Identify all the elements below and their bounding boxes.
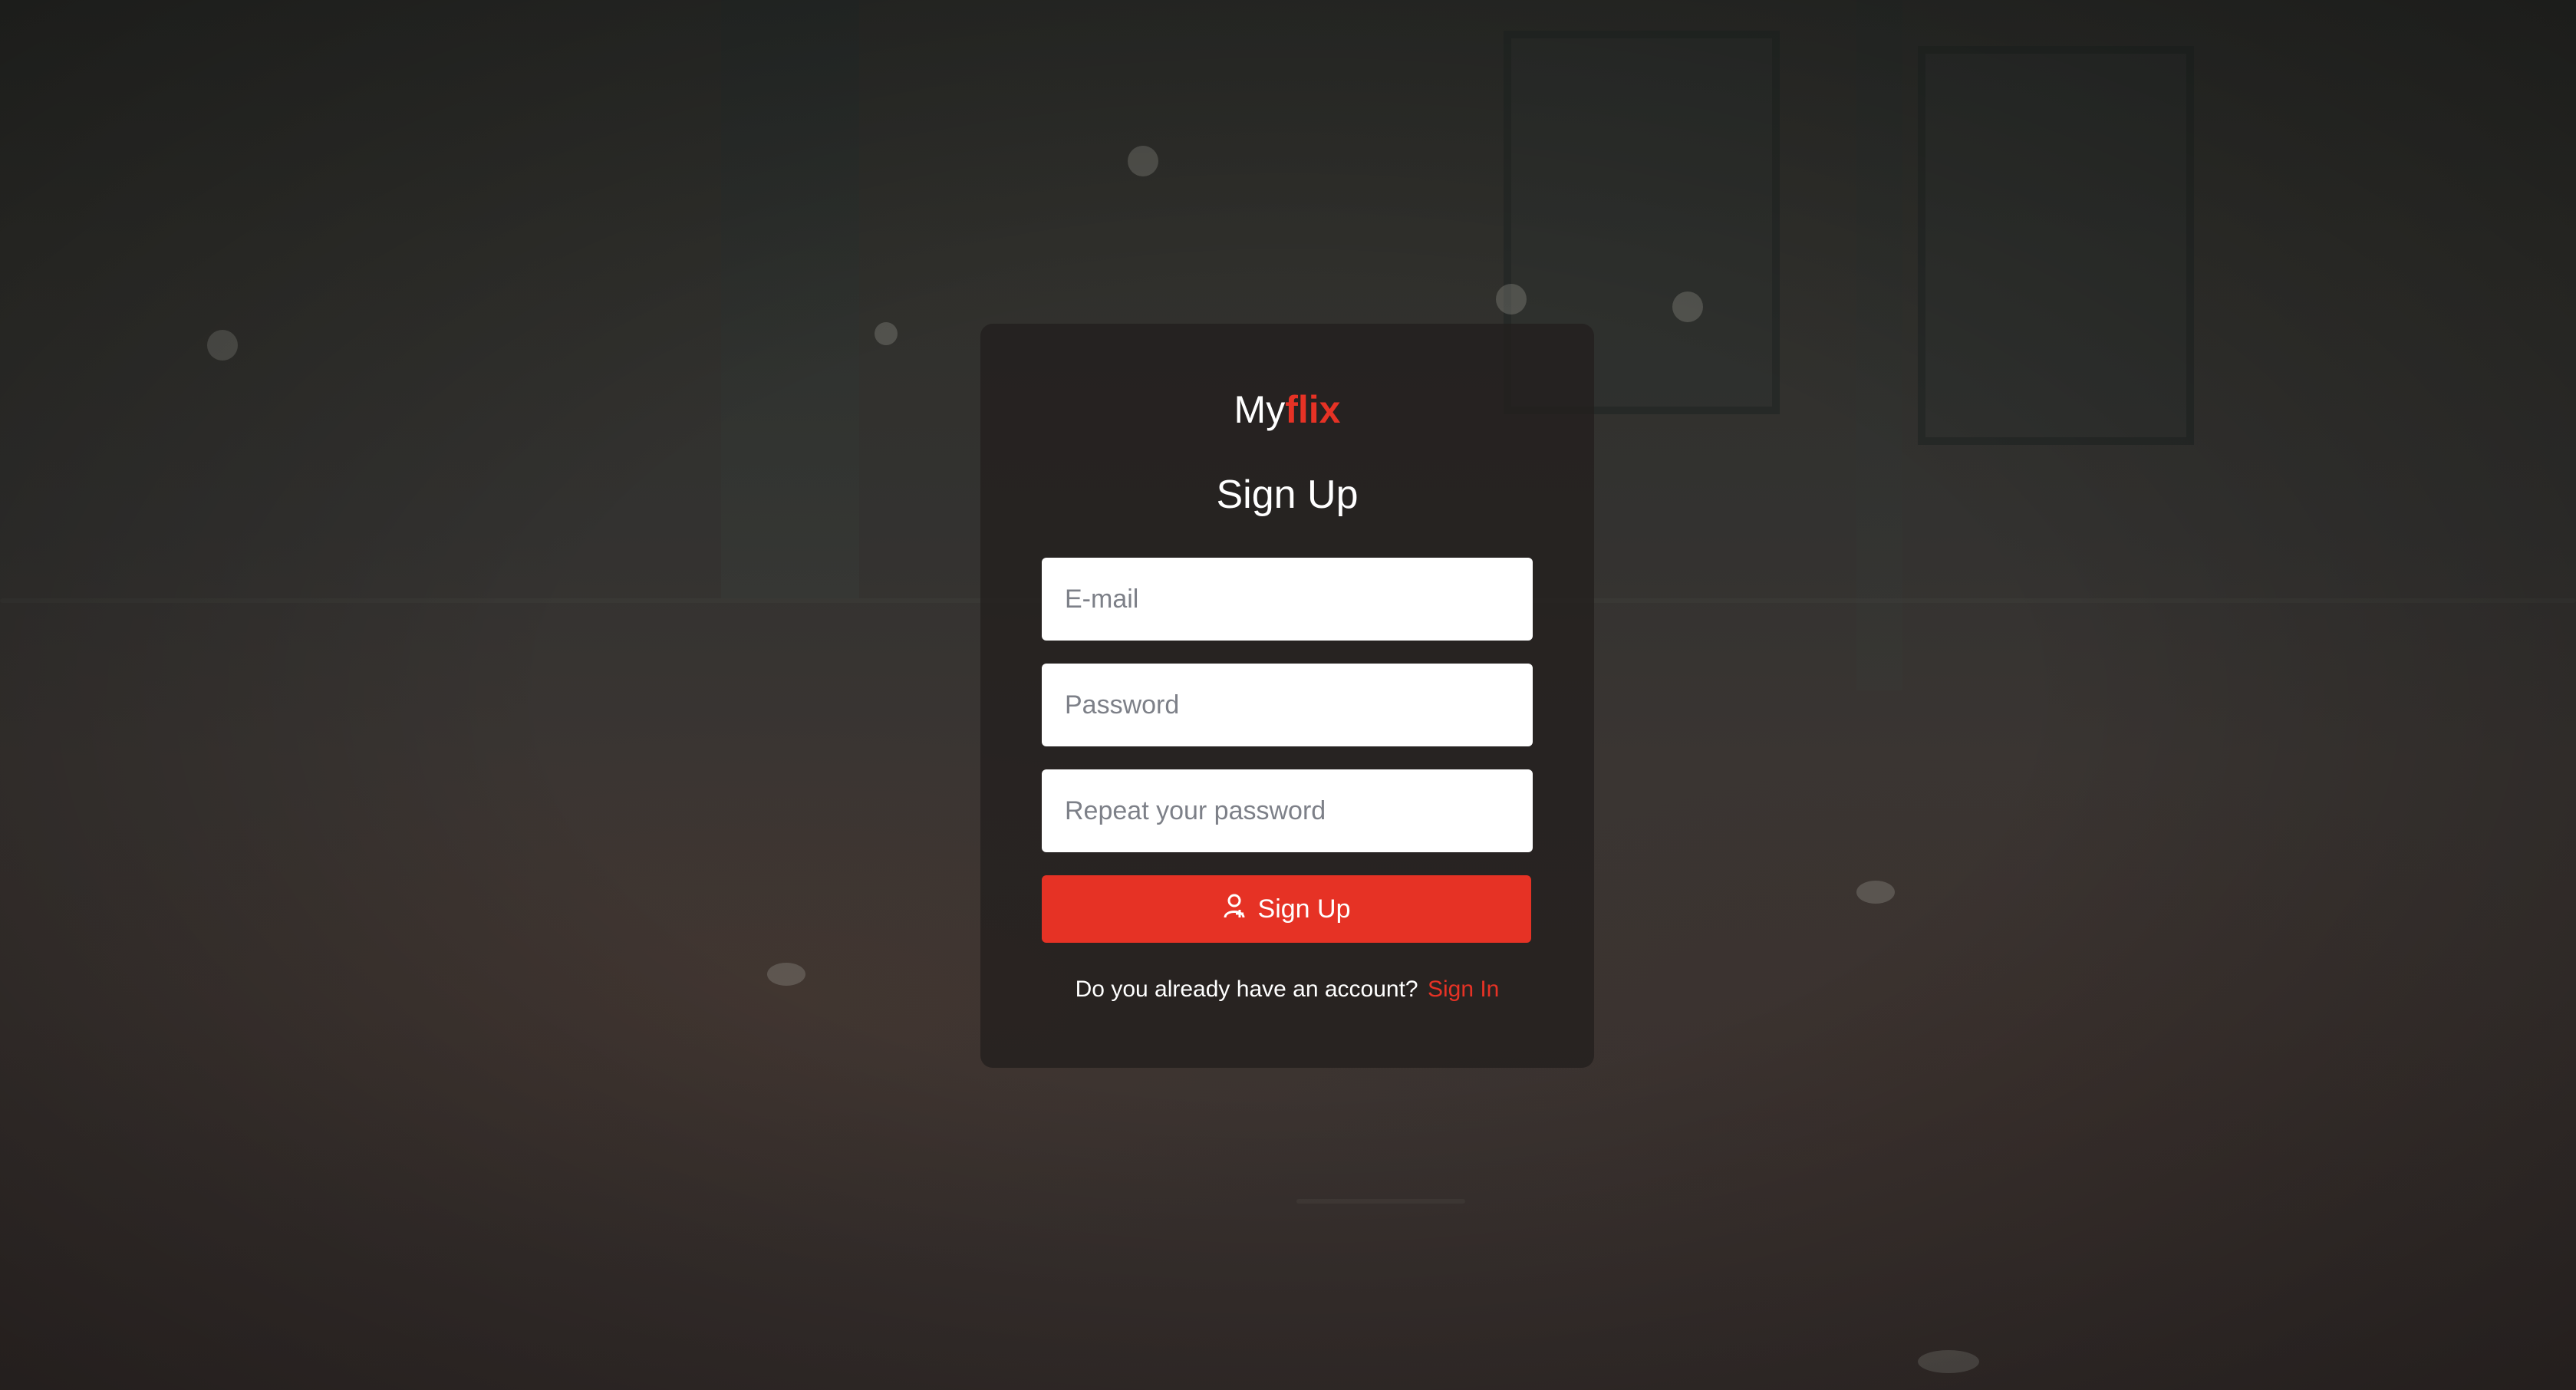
sign-up-button[interactable]: Sign Up — [1042, 875, 1531, 943]
password-field[interactable] — [1042, 664, 1533, 746]
email-field[interactable] — [1042, 558, 1533, 641]
repeat-password-field[interactable] — [1042, 769, 1533, 852]
page-title: Sign Up — [1216, 473, 1359, 517]
signin-question: Do you already have an account? — [1075, 977, 1418, 1002]
logo-accent: flix — [1285, 388, 1341, 431]
signup-card: Myflix Sign Up Sign Up Do you already ha… — [980, 324, 1594, 1068]
sign-in-link[interactable]: Sign In — [1428, 977, 1499, 1002]
sign-up-button-label: Sign Up — [1257, 894, 1351, 924]
user-add-icon — [1223, 893, 1246, 926]
app-logo: Myflix — [980, 387, 1594, 433]
signin-prompt: Do you already have an account? Sign In — [980, 974, 1594, 1005]
logo-prefix: My — [1234, 388, 1286, 431]
